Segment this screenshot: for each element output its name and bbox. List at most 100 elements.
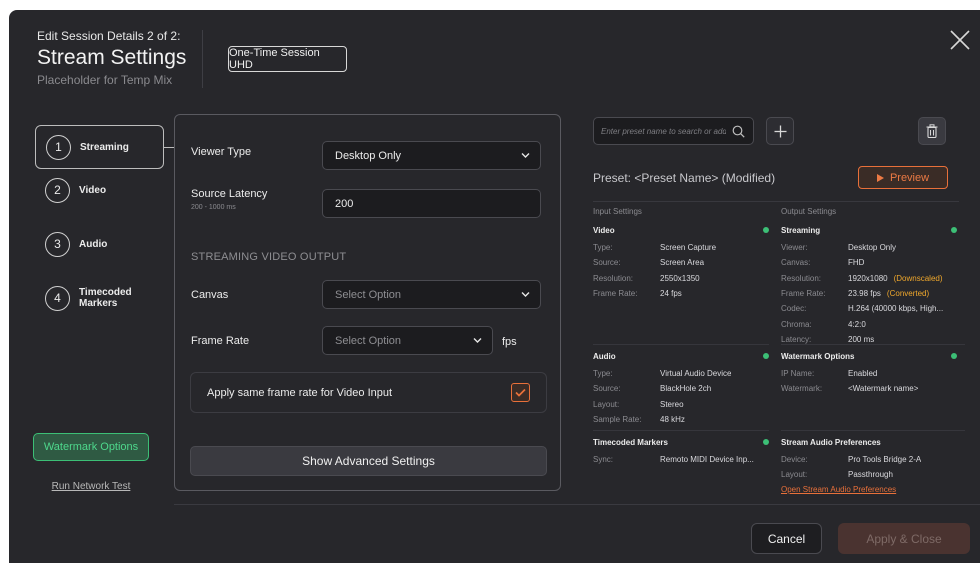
output-audio-prefs-group: Stream Audio Preferences Device: Pro Tool… <box>781 436 957 494</box>
info-value: Virtual Audio Device <box>660 369 732 379</box>
add-preset-button[interactable] <box>766 117 794 145</box>
info-value: 48 kHz <box>660 415 685 425</box>
apply-and-close-button[interactable]: Apply & Close <box>838 523 970 554</box>
info-value: 1920x1080 <box>848 273 888 283</box>
info-key: Source: <box>593 384 621 394</box>
canvas-select[interactable]: Select Option <box>322 280 541 309</box>
input-markers-group: Timecoded Markers Sync: Remoto MIDI Devic… <box>593 436 769 467</box>
step-number: 1 <box>46 134 71 160</box>
group-title: Watermark Options <box>781 351 855 361</box>
info-row: Viewer: Desktop Only <box>781 240 957 255</box>
info-row: Sync: Remoto MIDI Device Inp... <box>593 452 769 467</box>
info-value: 23.98 fps <box>848 289 881 299</box>
info-row: Layout: Passthrough <box>781 467 957 482</box>
info-key: Type: <box>593 369 613 379</box>
info-value: Stereo <box>660 399 684 409</box>
chevron-down-icon <box>521 153 530 158</box>
status-ok-icon <box>951 353 957 359</box>
step-timecoded-markers[interactable]: 4 Timecoded Markers <box>35 276 164 320</box>
same-frame-rate-checkbox[interactable] <box>511 383 530 402</box>
group-divider <box>593 344 769 345</box>
status-ok-icon <box>951 227 957 233</box>
info-key: IP Name: <box>781 369 815 379</box>
cancel-button[interactable]: Cancel <box>751 523 822 554</box>
viewer-type-select[interactable]: Desktop Only <box>322 141 541 170</box>
info-value: Enabled <box>848 369 878 379</box>
step-label: Streaming <box>80 141 129 153</box>
streaming-form-panel: Viewer Type Desktop Only Source Latency … <box>174 114 561 491</box>
close-icon[interactable] <box>949 29 971 51</box>
play-icon <box>876 173 884 182</box>
status-ok-icon <box>763 353 769 359</box>
info-key: Frame Rate: <box>593 289 638 299</box>
search-icon[interactable] <box>732 125 745 138</box>
source-latency-input[interactable]: 200 <box>322 189 541 218</box>
group-divider <box>781 344 965 345</box>
info-value: 24 fps <box>660 289 682 299</box>
checkmark-icon <box>515 388 526 397</box>
frame-rate-placeholder: Select Option <box>335 334 402 347</box>
dialog-step-subtitle: Edit Session Details 2 of 2: <box>37 29 181 43</box>
step-number: 2 <box>45 177 70 203</box>
info-row: Resolution: 2550x1350 <box>593 271 769 286</box>
preset-search-input[interactable] <box>601 126 726 136</box>
step-number: 3 <box>45 231 70 257</box>
trash-icon <box>926 124 938 138</box>
info-row: Source: BlackHole 2ch <box>593 381 769 396</box>
step-label: Timecoded Markers <box>79 287 132 309</box>
viewer-type-label: Viewer Type <box>191 146 252 158</box>
info-row: Type: Screen Capture <box>593 240 769 255</box>
step-label: Audio <box>79 238 108 250</box>
frame-rate-label: Frame Rate <box>191 335 250 347</box>
open-stream-audio-preferences-link[interactable]: Open Stream Audio Preferences <box>781 485 957 494</box>
group-title: Stream Audio Preferences <box>781 437 881 447</box>
step-connector <box>163 147 174 148</box>
frame-rate-select[interactable]: Select Option <box>322 326 493 355</box>
run-network-test-link[interactable]: Run Network Test <box>33 481 149 492</box>
info-key: Source: <box>593 258 621 268</box>
viewer-type-value: Desktop Only <box>335 149 402 162</box>
delete-preset-button[interactable] <box>918 117 946 145</box>
info-row: Chroma: 4:2:0 <box>781 316 957 331</box>
info-value: Screen Capture <box>660 243 717 253</box>
info-value: Desktop Only <box>848 243 897 253</box>
info-value: 2550x1350 <box>660 273 700 283</box>
info-key: Chroma: <box>781 319 812 329</box>
downscaled-note: (Downscaled) <box>893 273 943 283</box>
step-video[interactable]: 2 Video <box>35 168 164 212</box>
fps-unit-label: fps <box>502 336 517 348</box>
preview-button[interactable]: Preview <box>858 166 948 189</box>
preview-label: Preview <box>889 171 930 184</box>
input-settings-heading: Input Settings <box>593 207 642 216</box>
output-streaming-group: Streaming Viewer: Desktop Only Canvas: FHD… <box>781 224 957 347</box>
info-key: Device: <box>781 455 808 465</box>
chevron-down-icon <box>521 292 530 297</box>
latency-range-hint: 200 - 1000 ms <box>191 204 236 211</box>
same-frame-rate-option: Apply same frame rate for Video Input <box>190 372 547 413</box>
session-type-button[interactable]: One-Time Session UHD <box>228 46 347 72</box>
step-audio[interactable]: 3 Audio <box>35 222 164 266</box>
chevron-down-icon <box>473 338 482 343</box>
source-latency-label: Source Latency <box>191 188 268 200</box>
input-video-group: Video Type: Screen Capture Source: Screen … <box>593 224 769 301</box>
info-row: IP Name: Enabled <box>781 366 957 381</box>
info-key: Type: <box>593 243 613 253</box>
page-title: Stream Settings <box>37 46 187 69</box>
info-key: Layout: <box>593 399 620 409</box>
output-settings-heading: Output Settings <box>781 207 837 216</box>
info-value: <Watermark name> <box>848 384 919 394</box>
info-value: H.264 (40000 kbps, High... <box>848 304 944 314</box>
group-divider <box>781 430 965 431</box>
latency-value: 200 <box>335 197 354 210</box>
show-advanced-settings-button[interactable]: Show Advanced Settings <box>190 446 547 476</box>
info-key: Sync: <box>593 455 614 465</box>
group-title: Timecoded Markers <box>593 437 668 447</box>
watermark-options-button[interactable]: Watermark Options <box>33 433 149 461</box>
section-title: STREAMING VIDEO OUTPUT <box>191 251 347 263</box>
step-streaming[interactable]: 1 Streaming <box>35 125 164 169</box>
group-title: Audio <box>593 351 616 361</box>
header-divider <box>202 30 203 88</box>
info-value: Passthrough <box>848 470 893 480</box>
preset-search-box <box>593 117 754 145</box>
info-row: Sample Rate: 48 kHz <box>593 412 769 427</box>
